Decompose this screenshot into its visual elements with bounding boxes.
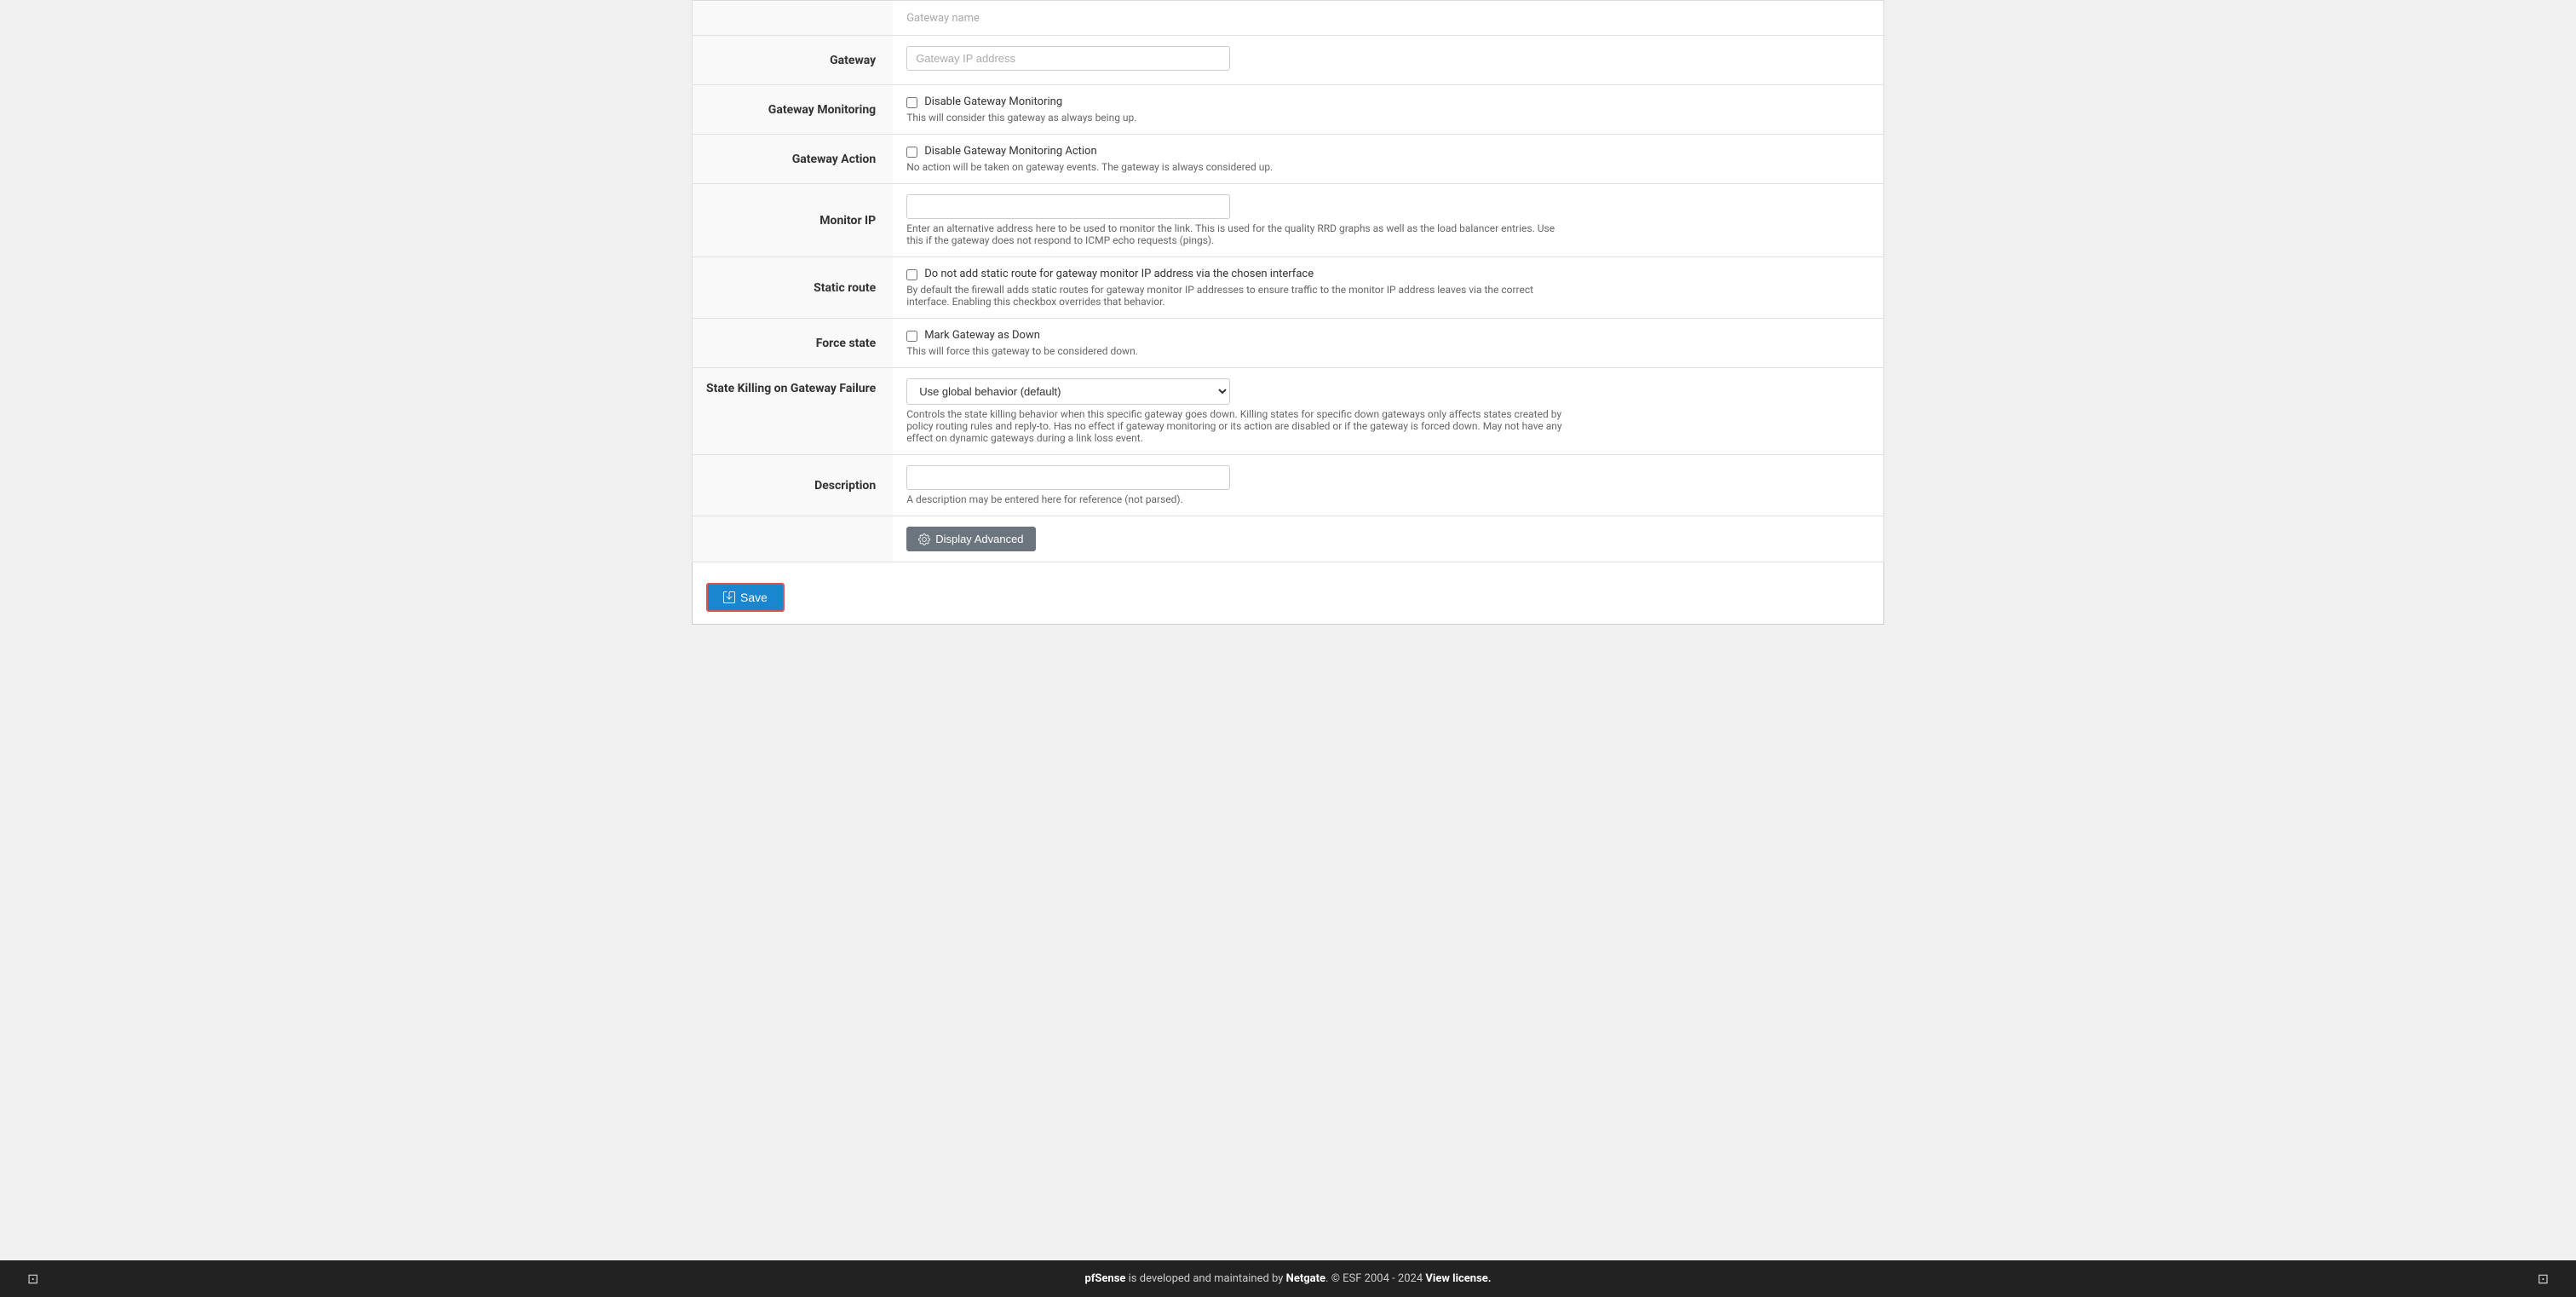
gateway-monitoring-label: Gateway Monitoring [693,85,894,135]
force-state-row: Force state Mark Gateway as Down This wi… [693,319,1884,368]
monitor-ip-row: Monitor IP Enter an alternative address … [693,184,1884,257]
monitor-ip-content: Enter an alternative address here to be … [893,184,1883,257]
state-killing-select[interactable]: Use global behavior (default) Kill state… [906,378,1230,405]
monitor-ip-input[interactable] [906,194,1230,219]
form-table: Gateway name Gateway Gateway Monitoring … [692,0,1884,562]
footer-view-license[interactable]: View license. [1425,1272,1491,1285]
static-route-content: Do not add static route for gateway moni… [893,257,1883,319]
static-route-checkbox[interactable] [906,269,917,280]
gateway-name-row: Gateway name [693,1,1884,36]
footer-text: pfSense is developed and maintained by N… [1084,1272,1491,1285]
action-content-cell: Display Advanced [893,516,1883,562]
gateway-name-label [693,1,894,36]
state-killing-label: State Killing on Gateway Failure [693,368,894,455]
gateway-action-label: Gateway Action [693,135,894,184]
static-route-row: Static route Do not add static route for… [693,257,1884,319]
force-state-help: This will force this gateway to be consi… [906,345,1571,357]
state-killing-help: Controls the state killing behavior when… [906,408,1571,444]
gateway-action-content: Disable Gateway Monitoring Action No act… [893,135,1883,184]
footer-netgate: Netgate [1286,1272,1325,1285]
gateway-name-placeholder-text: Gateway name [906,12,980,25]
state-killing-row: State Killing on Gateway Failure Use glo… [693,368,1884,455]
gateway-action-help: No action will be taken on gateway event… [906,161,1571,173]
static-route-text: Do not add static route for gateway moni… [924,268,1314,280]
description-label: Description [693,455,894,516]
gateway-action-row: Gateway Action Disable Gateway Monitorin… [693,135,1884,184]
static-route-label: Static route [693,257,894,319]
static-route-help: By default the firewall adds static rout… [906,284,1571,308]
footer-pfsense: pfSense is developed and maintained by N… [1084,1272,1491,1285]
description-input[interactable] [906,465,1230,490]
gateway-content [893,36,1883,85]
force-state-checkbox[interactable] [906,331,917,342]
gateway-input[interactable] [906,46,1230,71]
gateway-row: Gateway [693,36,1884,85]
footer-icon-left: ⊡ [10,1271,55,1287]
gateway-name-content: Gateway name [893,1,1883,36]
action-label-cell [693,516,894,562]
monitor-ip-help: Enter an alternative address here to be … [906,222,1571,246]
gateway-label: Gateway [693,36,894,85]
description-content: A description may be entered here for re… [893,455,1883,516]
gateway-monitoring-help: This will consider this gateway as alway… [906,112,1571,124]
display-advanced-button[interactable]: Display Advanced [906,527,1035,551]
footer-icon-right: ⊡ [2521,1271,2566,1287]
footer: ⊡ pfSense is developed and maintained by… [0,1260,2576,1297]
footer-pfsense-brand: pfSense [1084,1272,1125,1285]
gateway-monitoring-row: Gateway Monitoring Disable Gateway Monit… [693,85,1884,135]
disable-gateway-monitoring-text: Disable Gateway Monitoring [924,95,1062,108]
footer-content: ⊡ pfSense is developed and maintained by… [10,1271,2566,1287]
disable-gateway-action-checkbox[interactable] [906,147,917,158]
state-killing-content: Use global behavior (default) Kill state… [893,368,1883,455]
monitor-ip-label: Monitor IP [693,184,894,257]
gateway-monitoring-content: Disable Gateway Monitoring This will con… [893,85,1883,135]
gear-icon [918,533,930,545]
force-state-label: Force state [693,319,894,368]
disable-gateway-monitoring-checkbox[interactable] [906,97,917,108]
save-icon [723,591,735,603]
force-state-text: Mark Gateway as Down [924,329,1040,342]
save-label: Save [740,591,768,604]
display-advanced-label: Display Advanced [935,533,1023,545]
disable-gateway-action-text: Disable Gateway Monitoring Action [924,145,1096,158]
save-button[interactable]: Save [706,583,785,612]
action-row: Display Advanced [693,516,1884,562]
description-row: Description A description may be entered… [693,455,1884,516]
save-row: Save [692,562,1884,625]
force-state-content: Mark Gateway as Down This will force thi… [893,319,1883,368]
description-help: A description may be entered here for re… [906,493,1571,505]
